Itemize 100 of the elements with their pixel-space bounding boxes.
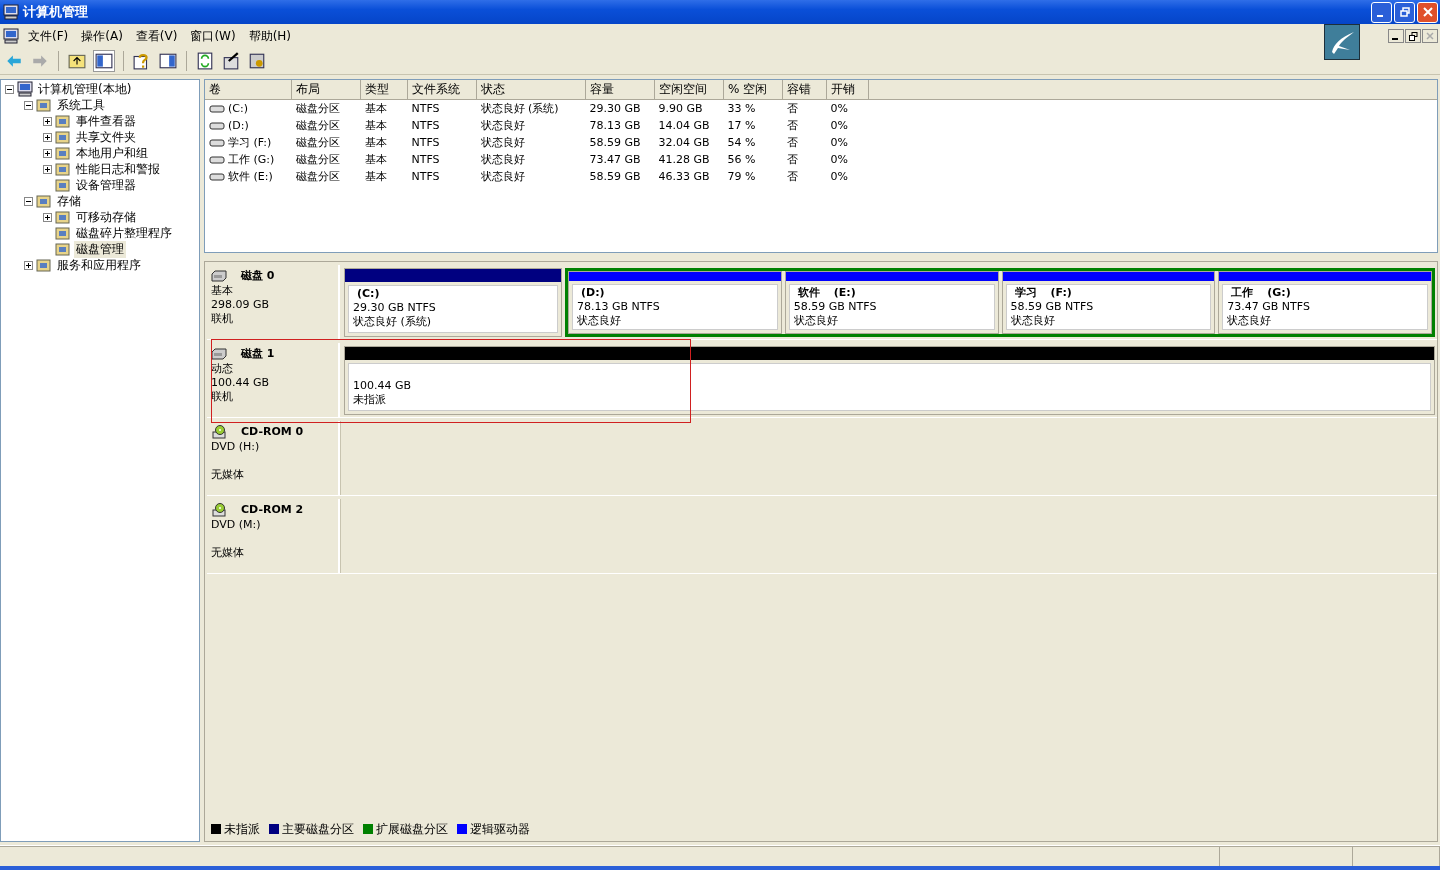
tree-item[interactable]: 可移动存储 [74, 208, 138, 226]
partition-status: 状态良好 [793, 314, 839, 328]
partition-size: 58.59 GB NTFS [793, 300, 878, 314]
disk-name: 磁盘 1 [241, 347, 275, 361]
table-cell: 否 [786, 170, 798, 183]
tree-item[interactable]: 磁盘碎片整理程序 [74, 224, 174, 242]
expand-toggle[interactable] [43, 116, 52, 126]
partition-block[interactable]: 100.44 GB 未指派 [344, 346, 1435, 415]
drive-letter: (C:) [357, 287, 380, 300]
menu-item[interactable]: 帮助(H) [243, 25, 300, 47]
partition-block[interactable]: 学习 (F:) 58.59 GB NTFS 状态良好 [1001, 271, 1216, 334]
tree-item[interactable]: 磁盘管理 [74, 240, 126, 258]
partition-block[interactable]: (C:) 29.30 GB NTFS 状态良好 (系统) [344, 268, 562, 337]
column-header[interactable]: 容量 [585, 80, 655, 100]
table-cell: 58.59 GB [589, 136, 641, 149]
panel-icon[interactable] [158, 51, 178, 71]
disk-status: 联机 [211, 390, 234, 404]
restore-button[interactable] [1405, 29, 1421, 43]
settings-icon[interactable] [247, 51, 267, 71]
table-cell: 磁盘分区 [295, 136, 340, 149]
computer-icon [3, 28, 19, 44]
partition-status: 状态良好 (系统) [353, 315, 433, 329]
table-cell: 0% [830, 136, 848, 149]
table-cell: 否 [786, 102, 798, 115]
cd-drive-icon [211, 424, 227, 440]
table-cell: 磁盘分区 [295, 153, 340, 166]
cd-drive-icon [211, 502, 227, 518]
partition-name: 工作 [1231, 286, 1254, 299]
table-cell: 工作 (G:) [228, 152, 275, 166]
collapse-toggle[interactable] [5, 84, 14, 94]
partition-status: 状态良好 [1227, 314, 1273, 328]
table-cell: 58.59 GB [589, 170, 641, 183]
menu-item[interactable]: 操作(A) [76, 25, 131, 47]
partition-block[interactable]: 工作 (G:) 73.47 GB NTFS 状态良好 [1218, 271, 1432, 334]
expand-toggle[interactable] [24, 260, 33, 270]
close-icon [1426, 32, 1434, 40]
tool-icon [55, 177, 71, 193]
table-cell: 基本 [364, 170, 387, 183]
table-cell: 软件 (E:) [228, 169, 273, 183]
minimize-button[interactable] [1388, 29, 1404, 43]
partition-block[interactable]: (D:) 78.13 GB NTFS 状态良好 [568, 271, 782, 334]
table-cell: NTFS [411, 153, 440, 166]
column-header[interactable]: 卷 [205, 80, 292, 100]
partition-size: 73.47 GB NTFS [1227, 300, 1311, 314]
column-header[interactable]: 容错 [782, 80, 827, 100]
table-cell: 状态良好 [480, 170, 525, 183]
menu-item[interactable]: 窗口(W) [185, 25, 244, 47]
expand-toggle[interactable] [43, 132, 52, 142]
column-header[interactable]: 布局 [291, 80, 361, 100]
tool-icon [36, 193, 52, 209]
menu-item[interactable]: 查看(V) [130, 25, 186, 47]
tree-item[interactable]: 系统工具 [55, 96, 107, 114]
column-header[interactable]: 文件系统 [407, 80, 477, 100]
column-header[interactable]: 类型 [360, 80, 408, 100]
refresh-icon[interactable] [195, 51, 215, 71]
console-tree-icon[interactable] [93, 50, 115, 72]
tool-icon [55, 161, 71, 177]
tree-item[interactable]: 服务和应用程序 [55, 256, 143, 274]
expand-toggle[interactable] [43, 212, 52, 222]
disk-type: 基本 [211, 284, 234, 298]
disk-type: 动态 [211, 362, 234, 376]
table-cell: 56 % [727, 153, 756, 166]
tree-item[interactable]: 事件查看器 [74, 112, 138, 130]
tree-item[interactable]: 性能日志和警报 [74, 160, 162, 178]
table-cell: 磁盘分区 [295, 119, 340, 132]
partition-size: 78.13 GB NTFS [577, 300, 661, 314]
collapse-toggle[interactable] [24, 196, 33, 206]
tree-item[interactable]: 共享文件夹 [74, 128, 138, 146]
collapse-toggle[interactable] [24, 100, 33, 110]
partition-name: 学习 [1014, 286, 1037, 299]
drive-letter: (G:) [1267, 286, 1291, 299]
disk-type: DVD (H:) [211, 440, 261, 454]
tree-item[interactable]: 存储 [55, 192, 83, 210]
legend-label: 逻辑驱动器 [470, 820, 530, 838]
partition-block[interactable]: 软件 (E:) 58.59 GB NTFS 状态良好 [784, 271, 999, 334]
expand-toggle[interactable] [43, 164, 52, 174]
column-header[interactable]: 状态 [476, 80, 586, 100]
window-title: 计算机管理 [23, 3, 88, 21]
restore-icon [1408, 31, 1418, 41]
menu-item[interactable]: 文件(F) [23, 25, 77, 47]
table-cell: NTFS [411, 102, 440, 115]
drive-letter: (D:) [581, 286, 605, 299]
tool-icon [36, 97, 52, 113]
table-cell: 46.33 GB [658, 170, 710, 183]
disk-size: 298.09 GB [211, 298, 271, 312]
column-header[interactable]: % 空闲 [723, 80, 783, 100]
table-cell: (C:) [228, 101, 248, 115]
column-header[interactable]: 空闲空间 [654, 80, 724, 100]
tree-item[interactable]: 设备管理器 [74, 176, 138, 194]
tree-item[interactable]: 本地用户和组 [74, 144, 150, 162]
tool-icon [55, 145, 71, 161]
table-cell: 磁盘分区 [295, 170, 340, 183]
table-cell: 基本 [364, 102, 387, 115]
tree-item[interactable]: 计算机管理(本地) [36, 80, 134, 98]
expand-toggle[interactable] [43, 148, 52, 158]
table-cell: 状态良好 [480, 153, 525, 166]
column-header[interactable]: 开销 [826, 80, 869, 100]
minimize-icon [1391, 38, 1398, 40]
tool-icon [55, 129, 71, 145]
properties-icon[interactable] [221, 51, 241, 71]
